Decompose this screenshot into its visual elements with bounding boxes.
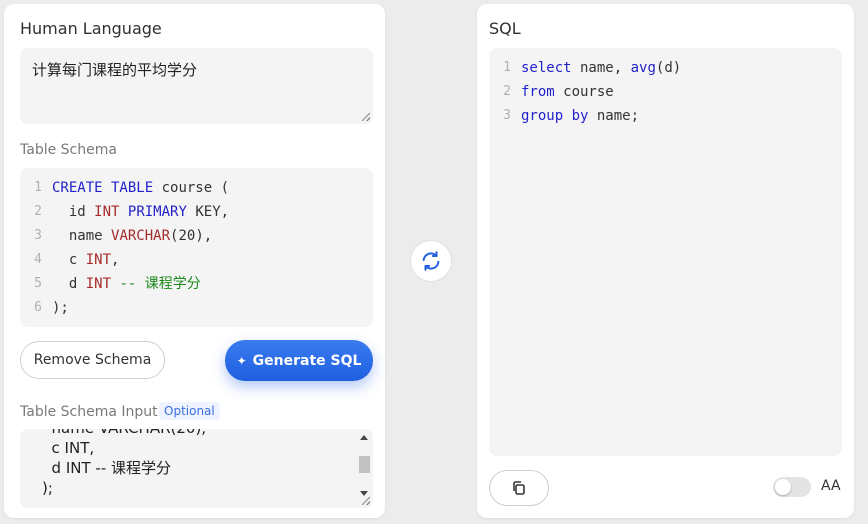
code-token: ); [52, 300, 69, 316]
code-text: d INT -- 课程学分 [52, 272, 201, 296]
resize-grip-icon[interactable] [362, 113, 370, 121]
line-number: 1 [503, 60, 511, 75]
sparkle-icon: ✦ [236, 353, 247, 368]
line-number: 3 [503, 108, 511, 123]
copy-button[interactable] [489, 470, 549, 506]
generate-sql-button[interactable]: ✦ Generate SQL [225, 340, 373, 381]
code-token: KEY, [186, 204, 230, 220]
code-token: course [554, 84, 614, 100]
line-number: 2 [34, 204, 42, 219]
schema-input-text: name VARCHAR(20), c INT, d INT -- 课程学分); [42, 429, 373, 498]
generate-sql-label: Generate SQL [252, 352, 362, 369]
code-text: CREATE TABLE course ( [52, 176, 229, 200]
line-number: 2 [503, 84, 511, 99]
code-line: 6); [24, 296, 373, 320]
scroll-down-icon[interactable] [360, 491, 368, 496]
code-token: PRIMARY [127, 204, 187, 220]
code-text: id INT PRIMARY KEY, [52, 200, 229, 224]
line-number: 5 [34, 276, 42, 291]
code-token: VARCHAR [111, 228, 171, 244]
code-token: group [521, 108, 564, 124]
code-token: -- 课程学分 [111, 276, 201, 292]
code-token: avg [630, 60, 656, 76]
natural-language-panel: Human Language 计算每门课程的平均学分 Table Schema … [4, 4, 385, 518]
code-token: (20), [170, 228, 213, 244]
swap-refresh-icon [422, 251, 440, 271]
code-token: c [52, 252, 86, 268]
sql-title: SQL [489, 19, 521, 38]
table-schema-title: Table Schema [20, 142, 117, 158]
code-text: name VARCHAR(20), [52, 224, 212, 248]
code-token: from [521, 84, 555, 100]
code-text: ); [52, 296, 69, 320]
scrollbar[interactable] [357, 431, 371, 496]
schema-input-line: ); [42, 479, 53, 497]
code-token: INT [85, 276, 112, 292]
line-number: 1 [34, 180, 42, 195]
code-token: name [52, 228, 112, 244]
swap-button[interactable] [410, 240, 452, 282]
sql-code-view: 1 select name, avg(d) 2 from course 3 group b… [489, 48, 842, 456]
schema-input-line: name VARCHAR(20), [42, 429, 373, 438]
remove-schema-label: Remove Schema [33, 352, 152, 368]
code-line: 1 CREATE TABLE course ( [24, 176, 373, 200]
code-line: 3 name VARCHAR(20), [24, 224, 373, 248]
code-text: c INT, [52, 248, 120, 272]
code-token: course ( [153, 180, 230, 196]
code-line: 4 c INT, [24, 248, 373, 272]
table-schema-code-view: 1 CREATE TABLE course (2 id INT PRIMARY K… [20, 168, 373, 327]
line-number: 4 [34, 252, 42, 267]
code-token: , [111, 252, 120, 268]
code-token: CREATE TABLE [52, 180, 154, 196]
code-line: 5 d INT -- 课程学分 [24, 272, 373, 296]
scroll-up-icon[interactable] [360, 435, 368, 440]
code-text: select name, avg(d) [521, 56, 681, 80]
table-schema-input-title: Table Schema Input [20, 404, 158, 420]
human-language-title: Human Language [20, 19, 162, 38]
table-schema-input-textarea[interactable]: name VARCHAR(20), c INT, d INT -- 课程学分); [20, 429, 373, 508]
code-token: select [521, 60, 572, 76]
font-size-toggle[interactable] [773, 477, 811, 497]
copy-icon [513, 481, 525, 495]
code-line: 2 id INT PRIMARY KEY, [24, 200, 373, 224]
code-token: by [571, 108, 589, 124]
human-language-textarea[interactable]: 计算每门课程的平均学分 [20, 48, 373, 124]
line-number: 3 [34, 228, 42, 243]
resize-grip-icon[interactable] [362, 497, 370, 505]
code-token: INT [94, 204, 120, 220]
optional-badge: Optional [159, 402, 220, 420]
code-line: 2 from course [493, 80, 842, 104]
code-line: 3 group by name; [493, 104, 842, 128]
remove-schema-button[interactable]: Remove Schema [20, 341, 165, 379]
schema-input-line: c INT, [42, 439, 95, 457]
code-text: from course [521, 80, 614, 104]
toggle-knob [775, 479, 791, 495]
code-token: name; [588, 108, 640, 124]
sql-panel: SQL 1 select name, avg(d) 2 from course 3 gro… [477, 4, 854, 518]
code-token: INT [85, 252, 112, 268]
code-text: group by name; [521, 104, 639, 128]
code-token: name, [571, 60, 631, 76]
code-token: d [52, 276, 86, 292]
human-language-value: 计算每门课程的平均学分 [32, 61, 198, 79]
toggle-label: AA [821, 478, 841, 494]
scrollbar-thumb[interactable] [359, 456, 370, 473]
schema-input-line: d INT -- 课程学分 [42, 459, 171, 477]
line-number: 6 [34, 300, 42, 315]
code-line: 1 select name, avg(d) [493, 56, 842, 80]
code-token: id [52, 204, 95, 220]
code-token: (d) [655, 60, 682, 76]
